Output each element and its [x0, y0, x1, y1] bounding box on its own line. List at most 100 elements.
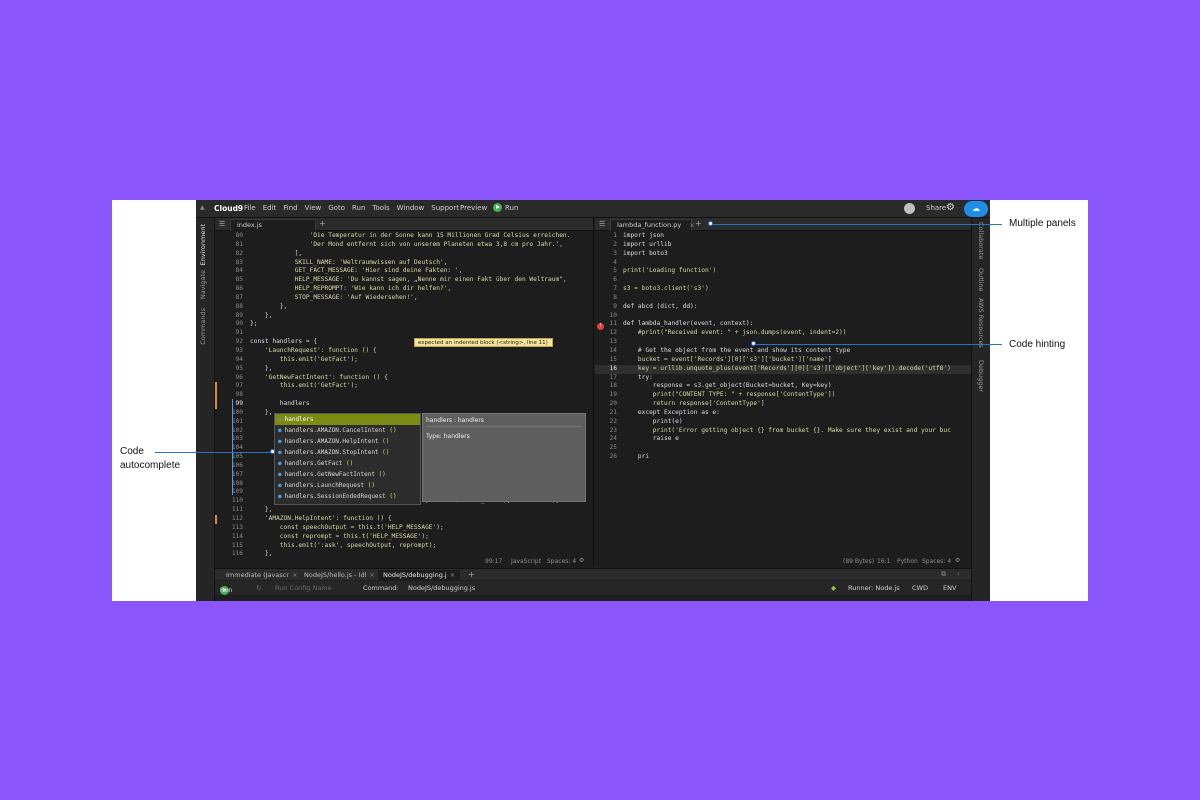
code-line[interactable]: 81 'Der Mond entfernt sich von unserem P… [215, 241, 593, 250]
code-line[interactable]: 82 ], [215, 250, 593, 259]
code-line[interactable]: 6 [595, 276, 971, 285]
close-icon[interactable]: × [292, 571, 297, 579]
code-line[interactable]: 88 }, [215, 303, 593, 312]
pane-menu-icon[interactable]: ☰ [219, 220, 225, 228]
pane-menu-icon[interactable]: ☰ [599, 220, 605, 228]
autocomplete-item[interactable]: ● handlers.GetNewFactIntent () [275, 469, 420, 480]
code-line[interactable]: 114 const reprompt = this.t('HELP_MESSAG… [215, 533, 593, 542]
code-line[interactable]: 16 key = urllib.unquote_plus(event['Reco… [595, 364, 971, 374]
code-line[interactable]: 8 [595, 294, 971, 303]
autocomplete-item[interactable]: ◇ handlers [275, 414, 420, 425]
add-tab-icon[interactable]: + [319, 219, 326, 228]
code-line[interactable]: 90}; [215, 320, 593, 329]
tab-debugger[interactable]: Debugger [977, 360, 985, 392]
avatar[interactable] [904, 203, 915, 214]
code-line[interactable]: 25 [595, 444, 971, 453]
maximize-icon[interactable]: ⧉ [941, 570, 946, 579]
run-button[interactable]: Run [493, 203, 518, 212]
code-line[interactable]: 85 HELP_MESSAGE: 'Du kannst sagen, „Nenn… [215, 276, 593, 285]
code-line[interactable]: 94 this.emit('GetFact'); [215, 356, 593, 365]
code-line[interactable]: 13 [595, 338, 971, 347]
code-line[interactable]: 4 [595, 259, 971, 268]
tab-aws-resources[interactable]: AWS Resources [977, 298, 985, 348]
code-line[interactable]: 26 pri [595, 453, 971, 462]
autocomplete-item[interactable]: ● handlers.GetFact () [275, 458, 420, 469]
tab-collaborate[interactable]: Collaborate [977, 222, 985, 259]
tab-navigate[interactable]: Navigate [199, 270, 207, 299]
language-mode[interactable]: JavaScript [511, 558, 541, 565]
menu-window[interactable]: Window [397, 204, 425, 212]
autocomplete-item[interactable]: ● handlers.SessionEndedRequest () [275, 491, 420, 502]
autocomplete-item[interactable]: ● handlers.LaunchRequest () [275, 480, 420, 491]
code-line[interactable]: 19 print("CONTENT TYPE: " + response['Co… [595, 391, 971, 400]
code-line[interactable]: 17 try: [595, 374, 971, 383]
code-line[interactable]: 10 [595, 312, 971, 321]
tab-environment[interactable]: Environment [199, 224, 207, 266]
cloud-icon[interactable]: ☁ [964, 201, 988, 217]
code-line[interactable]: 95 }, [215, 365, 593, 374]
code-line[interactable]: 1 import json [595, 232, 971, 241]
code-line[interactable]: 83 SKILL_NAME: 'Weltraumwissen auf Deuts… [215, 259, 593, 268]
code-line[interactable]: 113 const speechOutput = this.t('HELP_ME… [215, 524, 593, 533]
code-line[interactable]: 93 'LaunchRequest': function () { [215, 347, 593, 356]
gear-icon[interactable]: ⚙ [955, 557, 960, 564]
code-line[interactable]: 80 'Die Temperatur in der Sonne kann 15 … [215, 232, 593, 241]
code-line[interactable]: 21 except Exception as e: [595, 409, 971, 418]
code-line[interactable]: 11 def lambda_handler(event, context): [595, 320, 971, 329]
menu-goto[interactable]: Goto [328, 204, 345, 212]
close-icon[interactable]: × [689, 221, 694, 229]
close-icon[interactable]: × [369, 571, 374, 579]
language-mode[interactable]: Python [897, 558, 918, 565]
env-button[interactable]: ENV [943, 584, 956, 592]
code-line[interactable]: 2 import urllib [595, 241, 971, 250]
indent-setting[interactable]: Spaces: 4 [922, 558, 951, 565]
autocomplete-item[interactable]: ● handlers.AMAZON.HelpIntent () [275, 436, 420, 447]
code-line[interactable]: 7 s3 = boto3.client('s3') [595, 285, 971, 294]
terminal-tab-debugging[interactable]: NodeJS/debugging.j × [378, 570, 461, 581]
code-line[interactable]: 18 response = s3.get_object(Bucket=bucke… [595, 382, 971, 391]
preview-button[interactable]: Preview [460, 204, 487, 212]
tab-index-js[interactable]: index.js [230, 219, 316, 231]
cwd-button[interactable]: CWD [912, 584, 928, 592]
close-icon[interactable]: × [450, 571, 455, 579]
code-line[interactable]: 111 }, [215, 506, 593, 515]
gear-icon[interactable]: ⚙ [946, 202, 955, 213]
code-line[interactable]: 15 bucket = event['Records'][0]['s3']['b… [595, 356, 971, 365]
menu-support[interactable]: Support [431, 204, 459, 212]
code-line[interactable]: 97 this.emit('GetFact'); [215, 382, 593, 392]
terminal-tab-hello[interactable]: NodeJS/hello.js - Idl × [299, 570, 380, 581]
code-line[interactable]: 91 [215, 329, 593, 338]
menu-file[interactable]: File [244, 204, 256, 212]
menu-tools[interactable]: Tools [372, 204, 389, 212]
tab-outline[interactable]: Outline [977, 268, 985, 292]
code-line[interactable]: 84 GET_FACT_MESSAGE: 'Hier sind deine Fa… [215, 267, 593, 276]
error-icon[interactable]: ! [597, 323, 604, 330]
code-line[interactable]: 115 this.emit(':ask', speechOutput, repr… [215, 542, 593, 551]
add-tab-icon[interactable]: + [695, 219, 702, 228]
gear-icon[interactable]: ⚙ [579, 557, 584, 564]
code-line[interactable]: 9 def abcd (dict, dd): [595, 303, 971, 312]
collapse-icon[interactable]: ▲ [200, 204, 205, 211]
autocomplete-item[interactable]: ● handlers.AMAZON.StopIntent () [275, 447, 420, 458]
menu-edit[interactable]: Edit [263, 204, 277, 212]
share-button[interactable]: Share [926, 204, 946, 212]
close-panel-icon[interactable]: ‹ [957, 570, 960, 578]
code-line[interactable]: 87 STOP_MESSAGE: 'Auf Wiedersehen!', [215, 294, 593, 303]
code-line[interactable]: 86 HELP_REPROMPT: 'Wie kann ich dir helf… [215, 285, 593, 294]
tab-commands[interactable]: Commands [199, 308, 207, 345]
add-tab-icon[interactable]: + [468, 570, 475, 579]
code-line[interactable]: 23 print('Error getting object {} from b… [595, 427, 971, 436]
code-line[interactable]: 5 print('Loading function') [595, 267, 971, 276]
autocomplete-item[interactable]: ● handlers.AMAZON.CancelIntent () [275, 425, 420, 436]
refresh-icon[interactable]: ↻ [256, 584, 261, 592]
code-line[interactable]: 24 raise e [595, 435, 971, 444]
code-editor-right[interactable]: 1 import json 2 import urllib 3 import boto3 4… [595, 232, 971, 462]
code-line[interactable]: 3 import boto3 [595, 250, 971, 259]
indent-setting[interactable]: Spaces: 4 [547, 558, 576, 565]
code-line[interactable]: 112 'AMAZON.HelpIntent': function () { [215, 515, 593, 524]
tab-lambda-function[interactable]: lambda_function.py × [610, 219, 695, 231]
menu-find[interactable]: Find [283, 204, 297, 212]
run-config-name-input[interactable]: Run Config Name [275, 584, 332, 592]
code-line[interactable]: 12 #print("Received event: " + json.dump… [595, 329, 971, 338]
code-line[interactable]: 89 }, [215, 312, 593, 321]
